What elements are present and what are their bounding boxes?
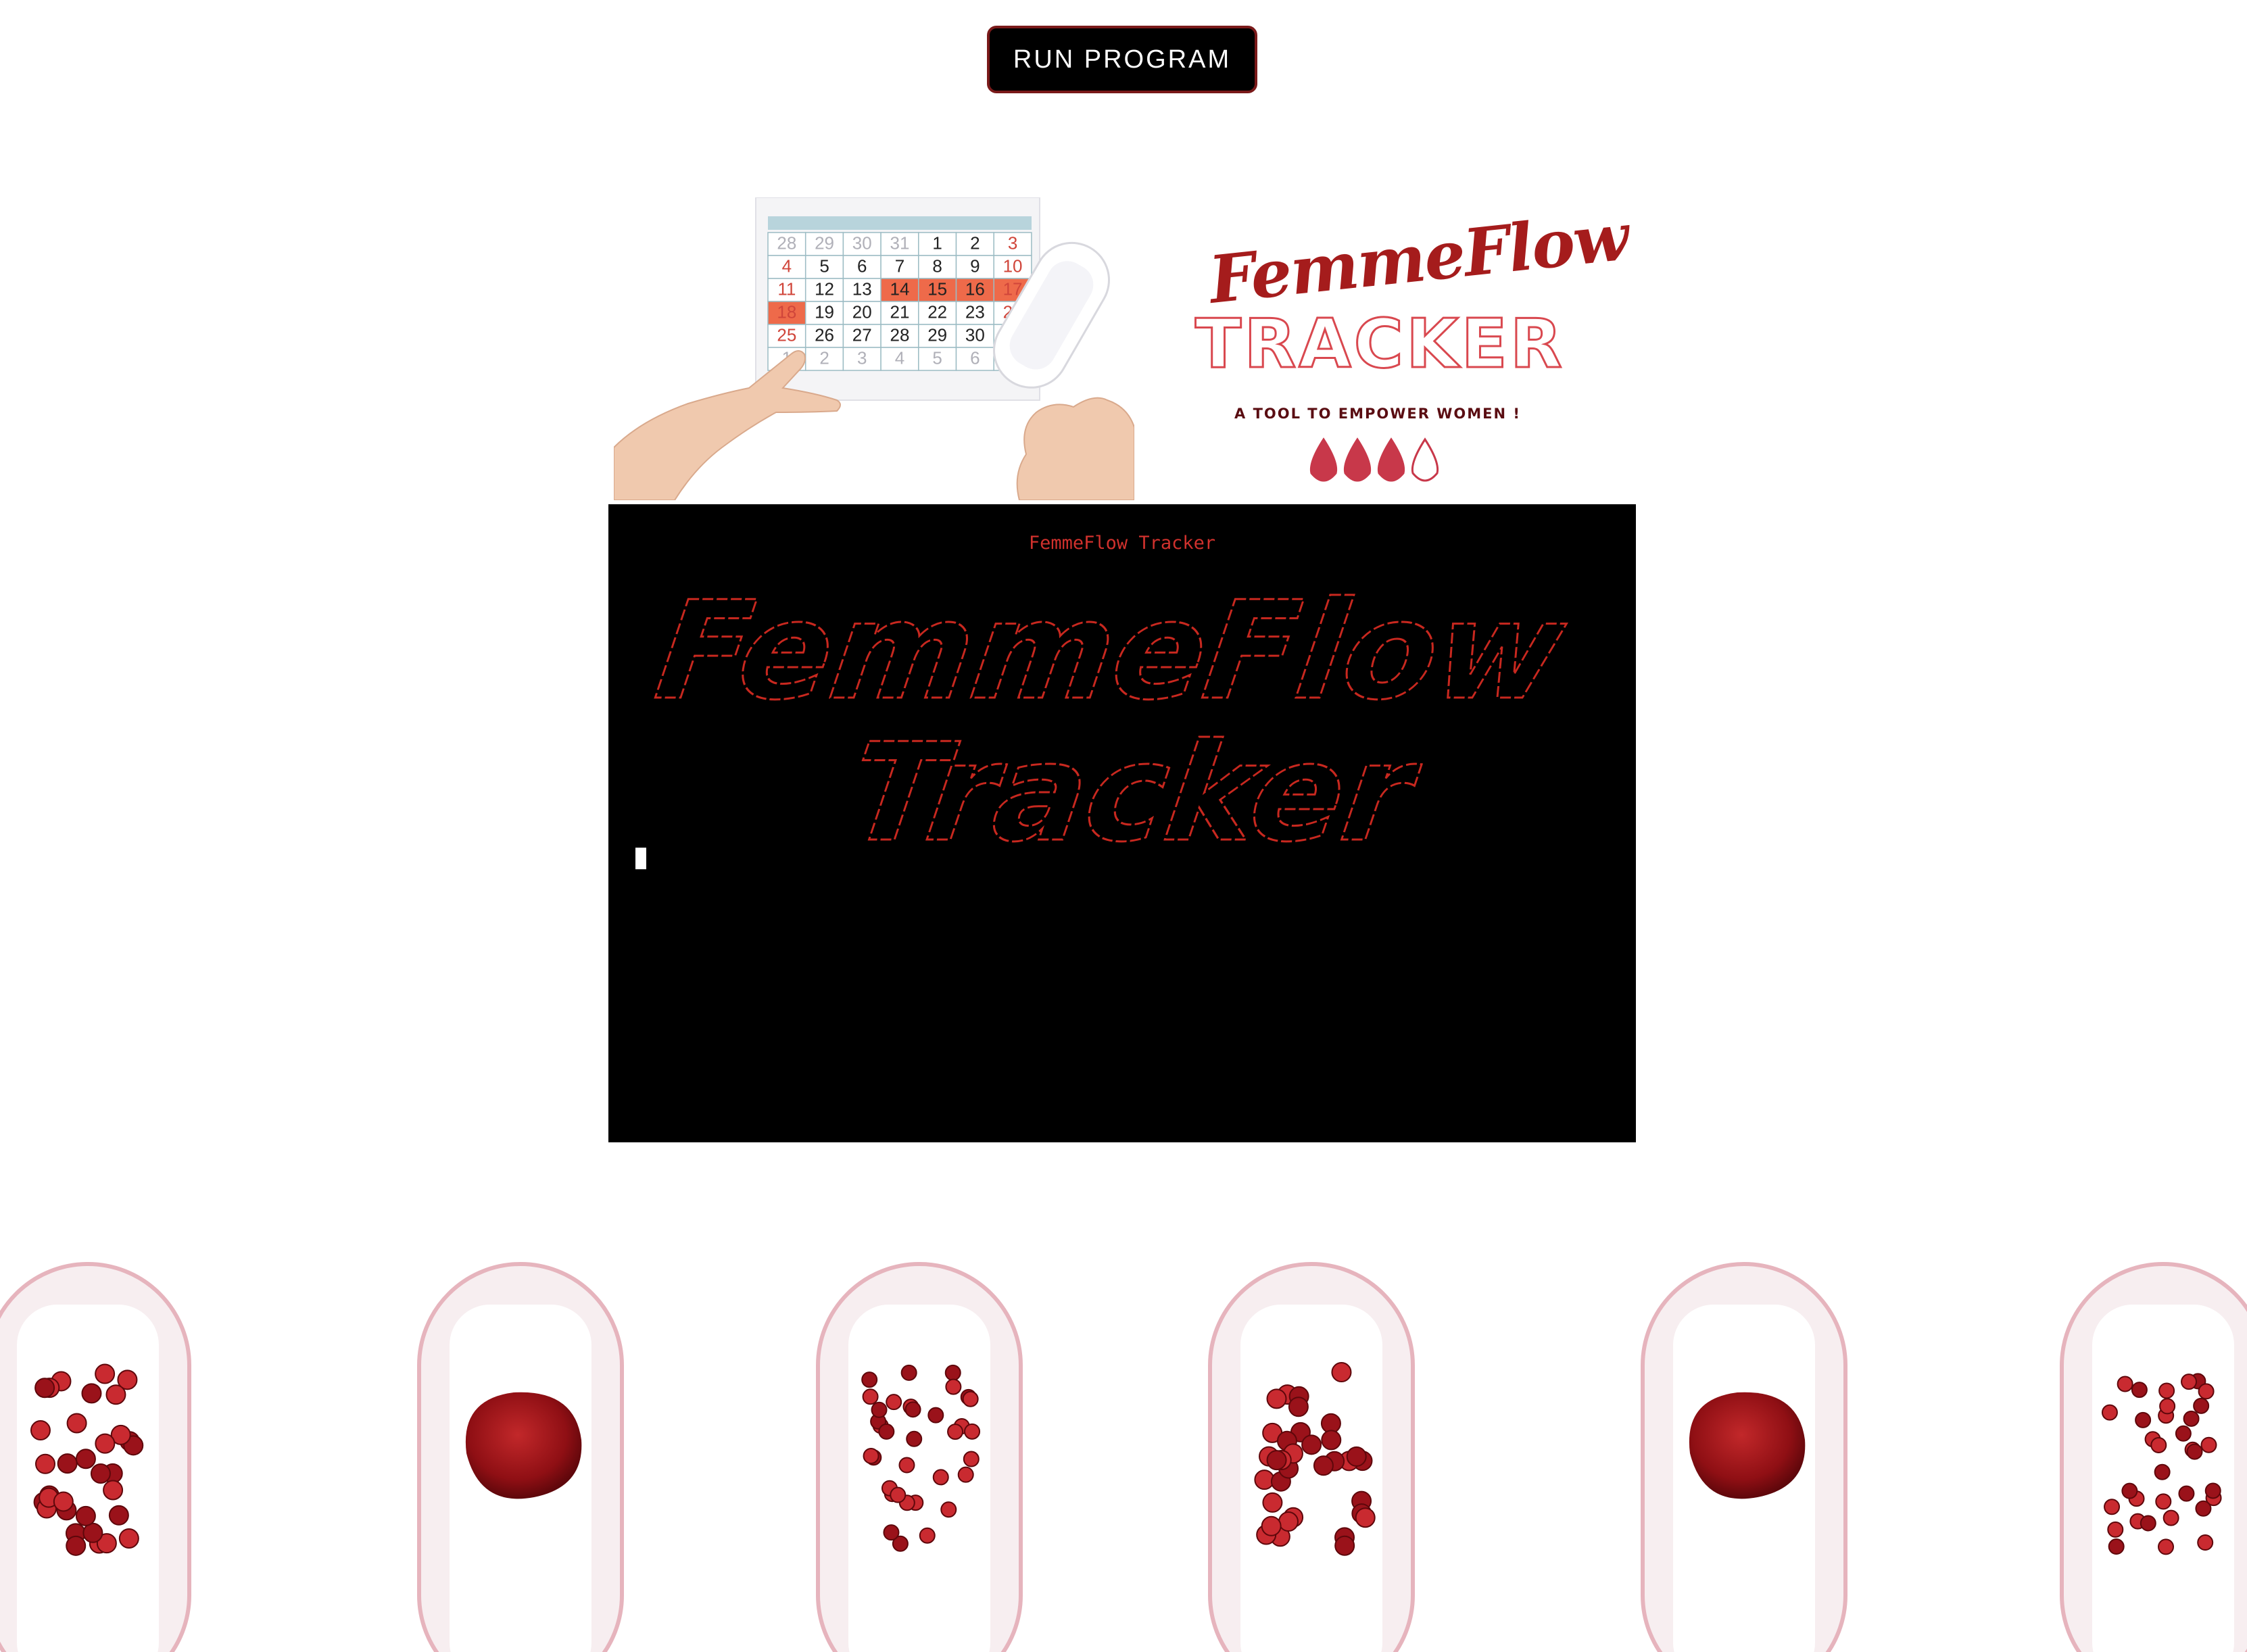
- calendar-day: 4: [895, 347, 904, 368]
- calendar-day: 21: [890, 301, 909, 322]
- calendar-day: 18: [777, 301, 796, 322]
- pad-image: [2060, 1262, 2247, 1652]
- calendar-day: 28: [777, 233, 796, 253]
- banner-line-2: Tracker: [841, 714, 1429, 867]
- banner-line-1: FemmeFlow: [648, 573, 1574, 730]
- run-program-button[interactable]: RUN PROGRAM: [987, 26, 1257, 93]
- calendar-day: 20: [852, 301, 872, 322]
- logo-tagline: A TOOL TO EMPOWER WOMEN !: [1234, 406, 1521, 422]
- blood-drop-icon: [1411, 437, 1439, 482]
- calendar-day: 25: [777, 324, 796, 345]
- calendar-day: 2: [819, 347, 829, 368]
- header-image: 28 29 30 31 1 2 3 4 5 6 7 8 9 10 11 12 13 14 15 16 17 18 19 20 2…: [614, 197, 1632, 500]
- calendar-day: 29: [815, 233, 834, 253]
- calendar-day: 1: [932, 233, 942, 253]
- blood-drop-icon: [1343, 437, 1372, 482]
- terminal-title: FemmeFlow Tracker: [1028, 533, 1216, 554]
- calendar-day: 3: [1008, 233, 1017, 253]
- calendar-day: 4: [782, 256, 792, 276]
- logo-title: FemmeFlow: [1205, 198, 1632, 318]
- calendar-day: 9: [970, 256, 980, 276]
- calendar-day: 26: [815, 324, 834, 345]
- pad-image: [417, 1262, 624, 1652]
- calendar-day: 16: [965, 278, 985, 299]
- calendar-day: 27: [852, 324, 872, 345]
- calendar-day: 2: [970, 233, 980, 253]
- calendar-day: 15: [927, 278, 947, 299]
- calendar-day: 19: [815, 301, 834, 322]
- pad-image: [1208, 1262, 1415, 1652]
- blood-drop-icon: [1309, 437, 1338, 482]
- calendar-day: 7: [895, 256, 904, 276]
- calendar-day: 5: [819, 256, 829, 276]
- calendar-day: 31: [890, 233, 909, 253]
- calendar-day: 8: [932, 256, 942, 276]
- pad-image: [816, 1262, 1023, 1652]
- pads-decoration: [0, 1262, 2247, 1652]
- logo-subtitle: TRACKER: [1194, 303, 1565, 385]
- calendar-day: 3: [857, 347, 867, 368]
- calendar-grid: 28 29 30 31 1 2 34 5 6 7 8 9 1011 12 13 14 15 16 1718 19 20 2…: [767, 232, 1032, 371]
- calendar-day: 30: [852, 233, 872, 253]
- calendar-day: 12: [815, 278, 834, 299]
- calendar-day: 10: [1003, 256, 1023, 276]
- ascii-banner: .ban { font-family: "DejaVu Sans", sans-…: [647, 571, 1575, 867]
- calendar-day: 5: [932, 347, 942, 368]
- calendar-day: 14: [890, 278, 909, 299]
- calendar-day: 28: [890, 324, 909, 345]
- pad-image: [0, 1262, 191, 1652]
- calendar-photo: 28 29 30 31 1 2 34 5 6 7 8 9 1011 12 13 14 15 16 1718 19 20 2…: [614, 197, 1134, 500]
- calendar-day: 6: [857, 256, 867, 276]
- terminal[interactable]: FemmeFlow Tracker .ban { font-family: "D…: [608, 504, 1636, 1142]
- calendar-day: 6: [970, 347, 980, 368]
- blood-drops: [1309, 437, 1439, 482]
- calendar-day: 22: [927, 301, 947, 322]
- calendar-day: 11: [777, 278, 796, 299]
- blood-drop-icon: [1377, 437, 1405, 482]
- calendar-day: 23: [965, 301, 985, 322]
- calendar-day: 29: [927, 324, 947, 345]
- calendar-day: 30: [965, 324, 985, 345]
- calendar-day: 13: [852, 278, 872, 299]
- pad-image: [1641, 1262, 1847, 1652]
- cursor-block-icon: [635, 848, 646, 869]
